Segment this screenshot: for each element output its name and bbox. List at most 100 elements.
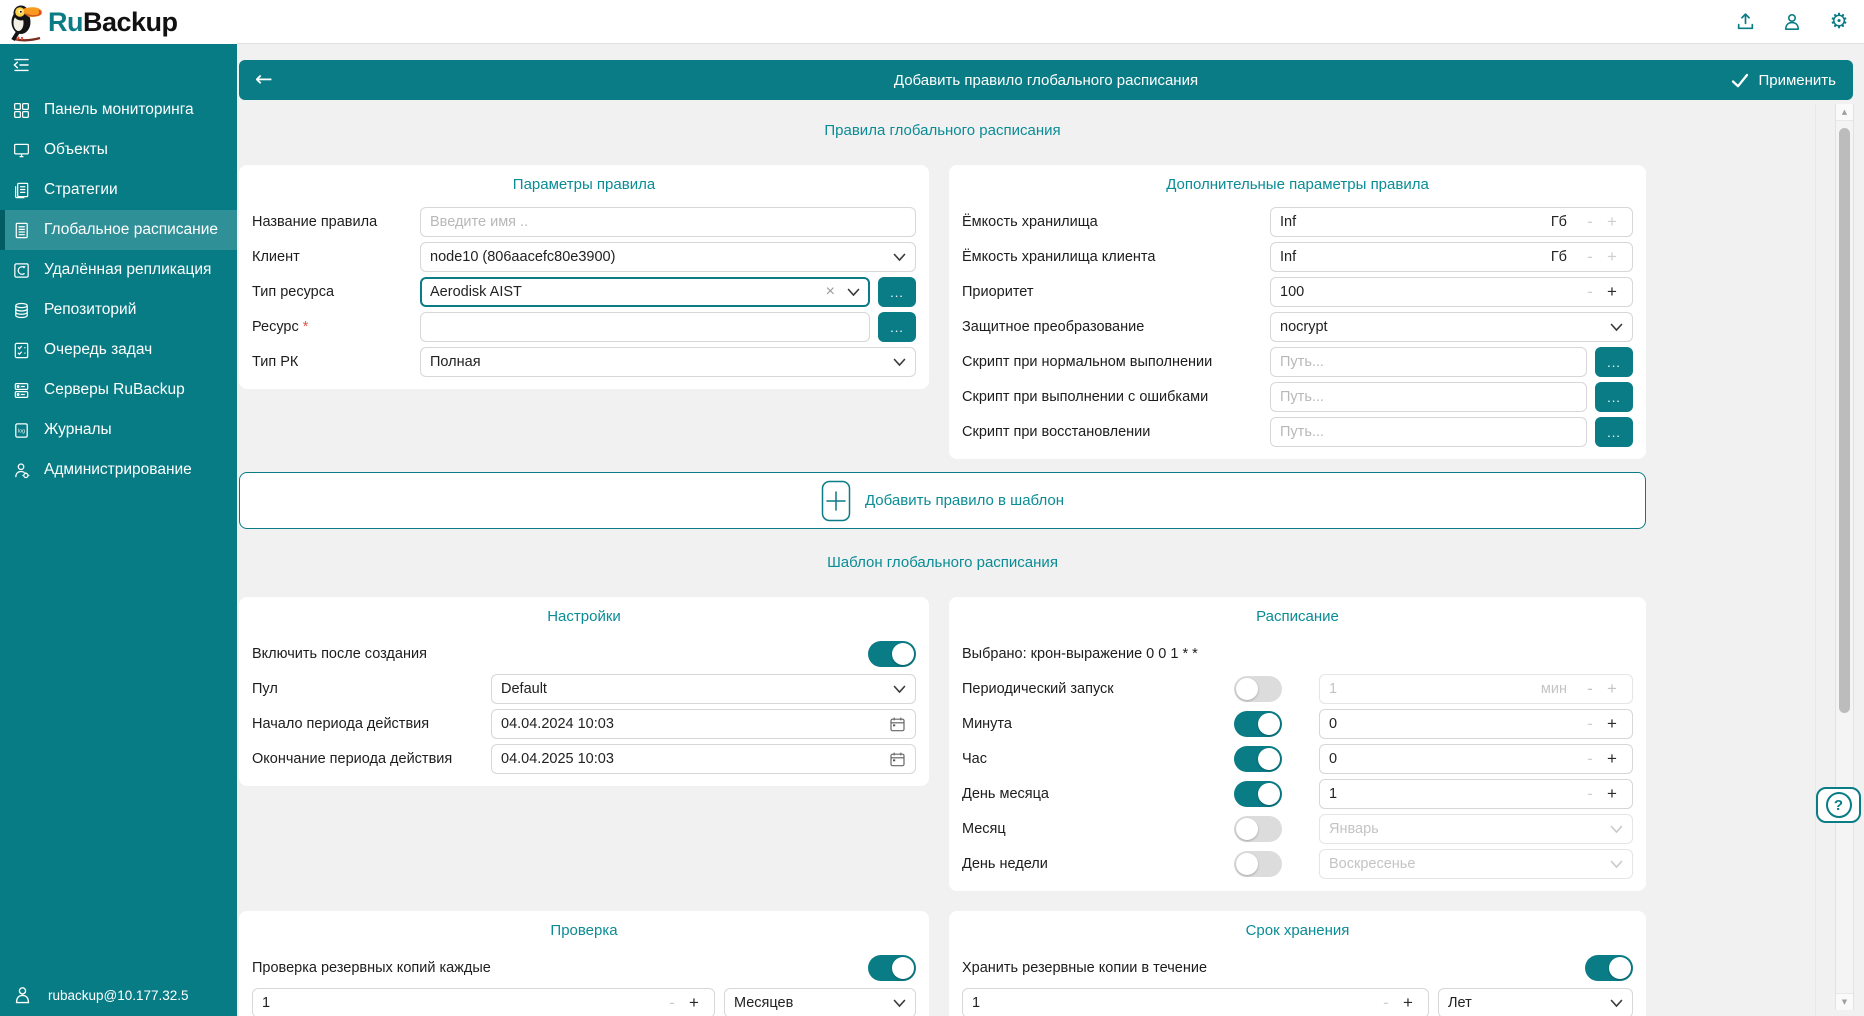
minute-input[interactable] xyxy=(1329,716,1579,732)
cron-expression-row: Выбрано: крон-выражение 0 0 1 * * xyxy=(962,639,1633,669)
retention-controls-row: - + Лет xyxy=(962,988,1633,1016)
script-restore-input[interactable] xyxy=(1280,424,1577,440)
increment-button[interactable]: + xyxy=(1601,282,1623,302)
script-restore-browse-button[interactable]: ... xyxy=(1595,417,1633,447)
periodic-run-spinner: мин - + xyxy=(1319,674,1633,704)
sidebar-item-repository[interactable]: Репозиторий xyxy=(0,290,237,330)
decrement-button[interactable]: - xyxy=(1579,714,1601,734)
hour-input[interactable] xyxy=(1329,751,1579,767)
verification-spinner: - + xyxy=(252,988,715,1016)
increment-button[interactable]: + xyxy=(1397,993,1419,1013)
period-end-field-wrap xyxy=(491,744,916,774)
periodic-run-toggle[interactable] xyxy=(1234,676,1282,702)
increment-button[interactable]: + xyxy=(1601,679,1623,699)
client-capacity-input[interactable] xyxy=(1280,249,1551,265)
retention-toggle[interactable] xyxy=(1585,955,1633,981)
retention-input[interactable] xyxy=(972,995,1375,1011)
decrement-button[interactable]: - xyxy=(1579,282,1601,302)
script-ok-input[interactable] xyxy=(1280,354,1577,370)
increment-button[interactable]: + xyxy=(1601,247,1623,267)
back-button[interactable]: ← xyxy=(239,69,273,92)
day-of-week-toggle[interactable] xyxy=(1234,851,1282,877)
sidebar-item-global-schedule[interactable]: Глобальное расписание xyxy=(0,210,237,250)
decrement-button[interactable]: - xyxy=(1579,749,1601,769)
increment-button[interactable]: + xyxy=(1601,212,1623,232)
settings-card: Настройки Включить после создания Пул De… xyxy=(239,597,929,786)
day-of-month-input[interactable] xyxy=(1329,786,1579,802)
verification-toggle[interactable] xyxy=(868,955,916,981)
sidebar-item-remote-replication[interactable]: Удалённая репликация xyxy=(0,250,237,290)
sidebar-item-servers[interactable]: Серверы RuBackup xyxy=(0,370,237,410)
increment-button[interactable]: + xyxy=(1601,714,1623,734)
sidebar-collapse-button[interactable] xyxy=(11,55,31,75)
chevron-down-icon xyxy=(1610,323,1623,332)
account-button[interactable] xyxy=(1781,11,1803,33)
resource-input[interactable] xyxy=(430,319,860,335)
verification-input[interactable] xyxy=(262,995,661,1011)
retention-unit-select[interactable]: Лет xyxy=(1438,988,1633,1016)
increment-button[interactable]: + xyxy=(1601,749,1623,769)
capacity-spinner: Гб - + xyxy=(1270,207,1633,237)
resource-browse-button[interactable]: ... xyxy=(878,312,916,342)
calendar-icon[interactable] xyxy=(889,751,906,768)
verification-card: Проверка Проверка резервных копий каждые… xyxy=(239,911,929,1016)
period-end-input[interactable] xyxy=(501,751,889,767)
scroll-up-button[interactable]: ▲ xyxy=(1836,104,1853,121)
toggle-knob xyxy=(1258,713,1280,735)
sidebar-item-task-queue[interactable]: Очередь задач xyxy=(0,330,237,370)
increment-button[interactable]: + xyxy=(1601,784,1623,804)
enable-after-create-toggle[interactable] xyxy=(868,641,916,667)
hour-label: Час xyxy=(962,751,1234,767)
month-toggle[interactable] xyxy=(1234,816,1282,842)
resource-row: Ресурс* ... xyxy=(252,312,916,342)
decrement-button[interactable]: - xyxy=(1579,679,1601,699)
toggle-knob xyxy=(1236,818,1258,840)
collapse-sidebar-icon xyxy=(11,57,31,73)
apply-button[interactable]: Применить xyxy=(1731,72,1853,89)
calendar-icon[interactable] xyxy=(889,716,906,733)
current-user[interactable]: rubackup@10.177.32.5 xyxy=(14,986,189,1004)
export-button[interactable] xyxy=(1734,11,1756,33)
sidebar-item-dashboard[interactable]: Панель мониторинга xyxy=(0,90,237,130)
verification-controls-row: - + Месяцев xyxy=(252,988,916,1016)
day-of-month-toggle[interactable] xyxy=(1234,781,1282,807)
minute-toggle[interactable] xyxy=(1234,711,1282,737)
sidebar-item-strategies[interactable]: Стратегии xyxy=(0,170,237,210)
backup-type-select[interactable]: Полная xyxy=(420,347,916,377)
vertical-scrollbar[interactable]: ▲ ▼ xyxy=(1835,104,1854,1010)
decrement-button[interactable]: - xyxy=(661,993,683,1013)
client-select[interactable]: node10 (806aacefc80e3900) xyxy=(420,242,916,272)
rule-name-input[interactable] xyxy=(430,214,906,230)
add-rule-to-template-button[interactable]: Добавить правило в шаблон xyxy=(239,472,1646,529)
sidebar-item-administration[interactable]: Администрирование xyxy=(0,450,237,490)
scroll-down-button[interactable]: ▼ xyxy=(1836,993,1853,1010)
retention-spinner: - + xyxy=(962,988,1429,1016)
period-start-input[interactable] xyxy=(501,716,889,732)
logo[interactable]: RuBackup xyxy=(0,0,237,44)
pool-select[interactable]: Default xyxy=(491,674,916,704)
decrement-button[interactable]: - xyxy=(1579,784,1601,804)
resource-type-browse-button[interactable]: ... xyxy=(878,277,916,307)
scrollbar-thumb[interactable] xyxy=(1839,128,1850,713)
client-row: Клиент node10 (806aacefc80e3900) xyxy=(252,242,916,272)
sidebar-item-label: Глобальное расписание xyxy=(44,221,218,239)
script-err-browse-button[interactable]: ... xyxy=(1595,382,1633,412)
decrement-button[interactable]: - xyxy=(1579,247,1601,267)
clear-icon[interactable]: × xyxy=(826,283,835,301)
verification-unit-select[interactable]: Месяцев xyxy=(724,988,916,1016)
increment-button[interactable]: + xyxy=(683,993,705,1013)
priority-input[interactable] xyxy=(1280,284,1579,300)
settings-button[interactable]: ⚙ xyxy=(1828,11,1850,33)
decrement-button[interactable]: - xyxy=(1375,993,1397,1013)
script-ok-browse-button[interactable]: ... xyxy=(1595,347,1633,377)
hour-toggle[interactable] xyxy=(1234,746,1282,772)
script-err-input[interactable] xyxy=(1280,389,1577,405)
sidebar-item-objects[interactable]: Объекты xyxy=(0,130,237,170)
resource-type-combobox[interactable]: Aerodisk AIST × xyxy=(420,277,870,307)
capacity-input[interactable] xyxy=(1280,214,1551,230)
crypto-select[interactable]: nocrypt xyxy=(1270,312,1633,342)
sidebar-item-logs[interactable]: log Журналы xyxy=(0,410,237,450)
decrement-button[interactable]: - xyxy=(1579,212,1601,232)
chevron-down-icon xyxy=(893,685,906,694)
help-button[interactable]: ? xyxy=(1816,787,1861,823)
